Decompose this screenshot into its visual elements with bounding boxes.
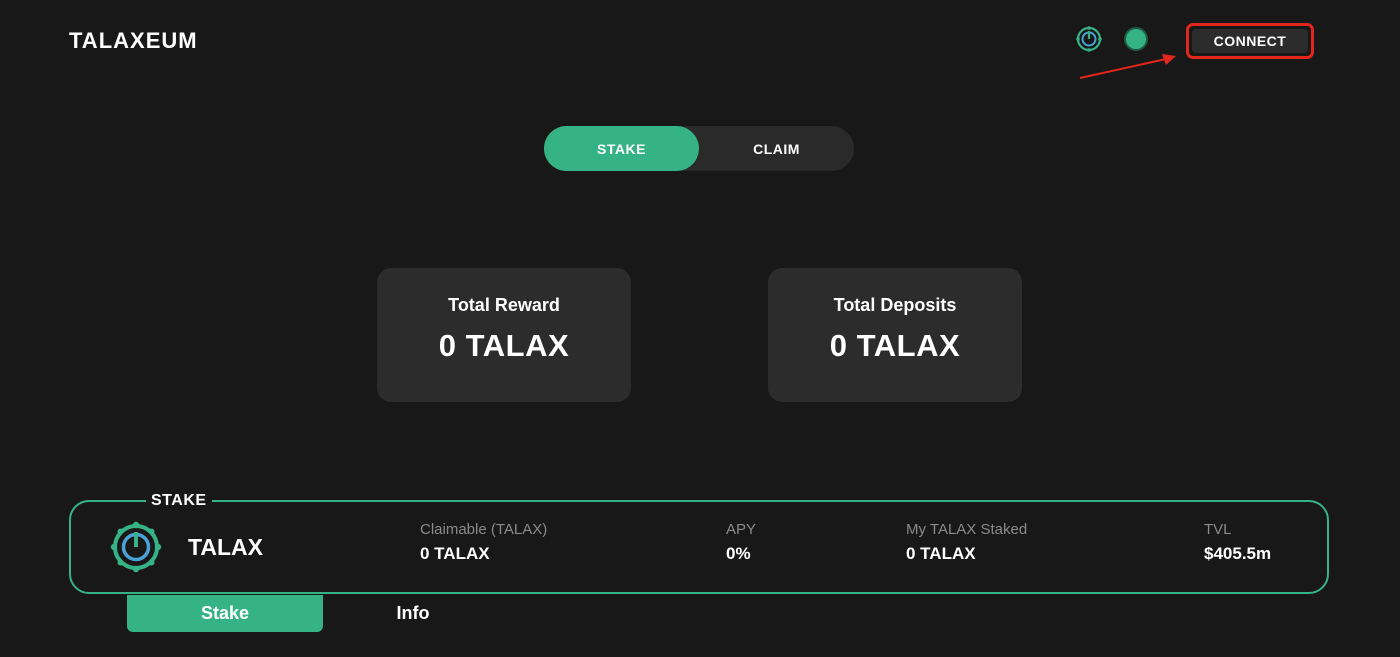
my-staked-metric: My TALAX Staked 0 TALAX <box>906 521 1027 564</box>
apy-metric: APY 0% <box>726 521 756 564</box>
tab-info[interactable]: Info <box>315 595 511 632</box>
talax-token-icon <box>110 521 162 573</box>
annotation-arrow-icon <box>1079 54 1176 79</box>
tvl-label: TVL <box>1204 521 1232 538</box>
page: TALAXEUM CONNECT STAKE CLAIM Total Rewar… <box>0 0 1400 657</box>
claimable-value: 0 TALAX <box>420 544 490 563</box>
total-deposits-value: 0 TALAX <box>829 328 961 363</box>
total-reward-label: Total Reward <box>448 295 560 315</box>
tvl-metric: TVL $405.5m <box>1204 521 1271 564</box>
connect-button[interactable]: CONNECT <box>1192 29 1308 53</box>
claimable-label: Claimable (TALAX) <box>420 521 548 538</box>
total-reward-value: 0 TALAX <box>438 328 570 363</box>
total-deposits-card: Total Deposits 0 TALAX <box>768 268 1022 402</box>
talax-token-icon[interactable] <box>1076 26 1102 52</box>
my-staked-value: 0 TALAX <box>906 544 976 563</box>
apy-label: APY <box>726 521 757 538</box>
apy-value: 0% <box>726 544 751 563</box>
claim-toggle-button[interactable]: CLAIM <box>699 126 854 171</box>
tvl-value: $405.5m <box>1204 544 1272 563</box>
pool-token-name: TALAX <box>188 534 263 560</box>
total-deposits-label: Total Deposits <box>833 295 957 315</box>
brand-logo[interactable]: TALAXEUM <box>69 28 198 54</box>
network-status-icon[interactable] <box>1126 29 1146 49</box>
my-staked-label: My TALAX Staked <box>906 521 1028 538</box>
tab-stake[interactable]: Stake <box>127 595 323 632</box>
claimable-metric: Claimable (TALAX) 0 TALAX <box>420 521 547 564</box>
stake-section-tag: STAKE <box>146 491 212 511</box>
stake-claim-toggle: STAKE CLAIM <box>544 126 854 171</box>
total-reward-card: Total Reward 0 TALAX <box>377 268 631 402</box>
connect-highlight: CONNECT <box>1186 23 1314 59</box>
stake-toggle-button[interactable]: STAKE <box>544 126 699 171</box>
